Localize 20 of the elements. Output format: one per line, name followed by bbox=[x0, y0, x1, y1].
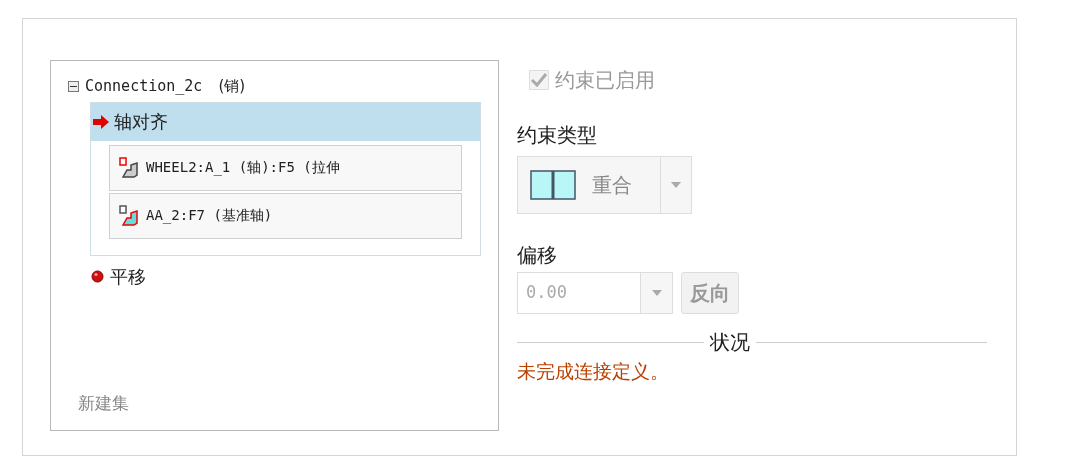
constraint-item[interactable]: 平移 bbox=[90, 259, 481, 294]
part-icon bbox=[118, 204, 140, 227]
offset-label: 偏移 bbox=[517, 242, 558, 269]
coincident-icon bbox=[530, 169, 576, 201]
connection-type: (销) bbox=[218, 76, 246, 97]
status-heading: 状况 bbox=[710, 329, 750, 356]
constraint-type-label: 约束类型 bbox=[517, 122, 598, 149]
new-set-link[interactable]: 新建集 bbox=[78, 390, 498, 416]
constraint-item[interactable]: 轴对齐 bbox=[91, 102, 480, 141]
caret-icon bbox=[671, 182, 681, 188]
status-message: 未完成连接定义。 bbox=[517, 359, 670, 384]
reference-item[interactable]: WHEEL2:A_1 (轴):F5 (拉伸 bbox=[109, 144, 462, 191]
status-dot-icon bbox=[91, 270, 104, 283]
reference-item[interactable]: AA_2:F7 (基准轴) bbox=[109, 192, 462, 239]
arrow-icon bbox=[92, 114, 110, 129]
collapse-icon[interactable] bbox=[68, 80, 79, 92]
caret-icon bbox=[651, 290, 662, 296]
checkbox-label: 约束已启用 bbox=[555, 67, 655, 94]
part-icon bbox=[118, 156, 140, 179]
connection-label[interactable]: Connection_2c bbox=[85, 75, 203, 98]
